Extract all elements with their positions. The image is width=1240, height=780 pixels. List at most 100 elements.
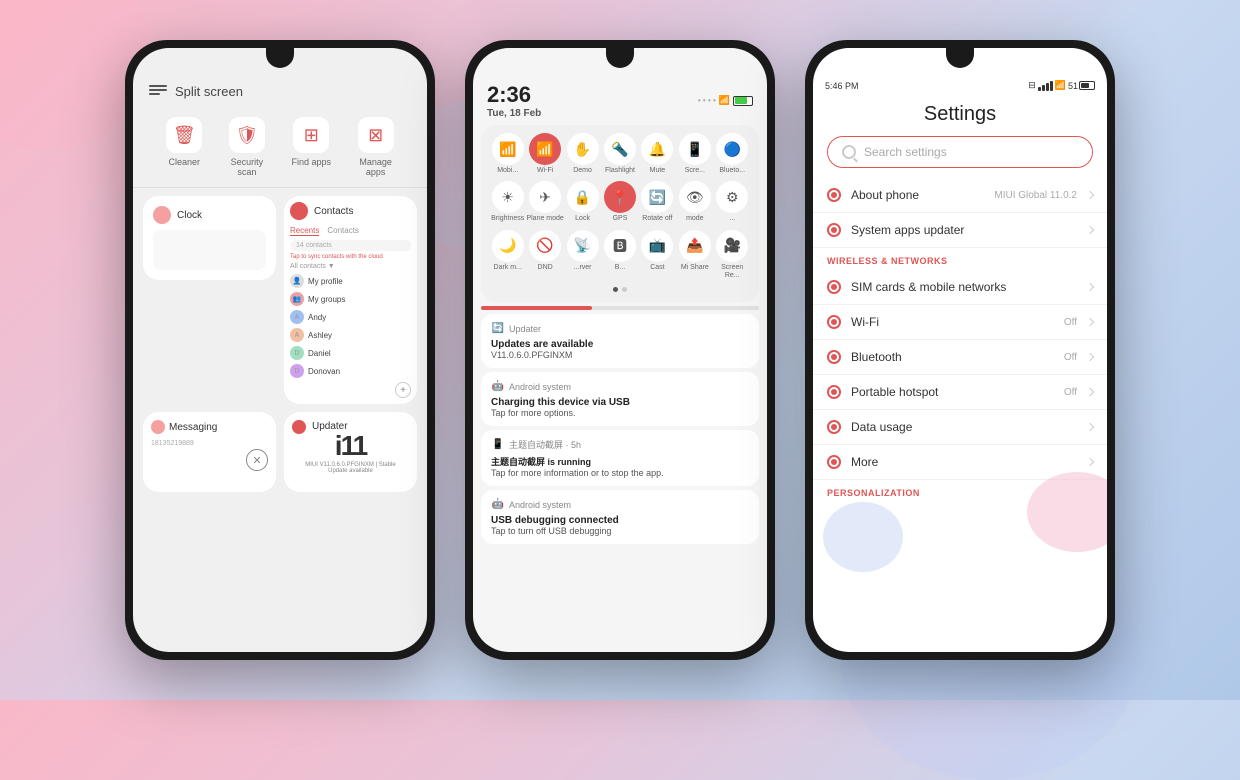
theme-notification[interactable]: 📱 主题自动截屏 · 5h 主题自动截屏 is running Tap for … bbox=[481, 430, 759, 486]
andy-name: Andy bbox=[308, 313, 326, 322]
qs-cast[interactable]: 📺 Cast bbox=[639, 230, 676, 281]
contact-andy[interactable]: A Andy bbox=[290, 308, 411, 326]
i11-logo: i11 bbox=[335, 430, 366, 462]
contacts-card[interactable]: Contacts Recents Contacts 14 contacts Ta… bbox=[284, 196, 417, 404]
usb-debug-notification[interactable]: 🤖 Android system USB debugging connected… bbox=[481, 490, 759, 544]
manage-apps-action[interactable]: ⊠ Manageapps bbox=[358, 117, 394, 177]
p2-status-bar: 2:36 Tue, 18 Feb • • • • 📶 bbox=[473, 76, 767, 121]
wifi-status-icon: 📶 bbox=[1055, 80, 1066, 91]
system-updater-chevron bbox=[1086, 226, 1094, 234]
security-scan-icon: 🛡 bbox=[229, 117, 265, 153]
qs-lock[interactable]: 🔒 Lock bbox=[564, 181, 601, 223]
p2-time: 2:36 bbox=[487, 82, 541, 108]
data-usage-radio bbox=[827, 420, 841, 434]
contact-ashley[interactable]: A Ashley bbox=[290, 326, 411, 344]
about-phone-chevron bbox=[1086, 191, 1094, 199]
clock-card[interactable]: Clock bbox=[143, 196, 276, 280]
usb-charging-header: 🤖 Android system bbox=[491, 380, 749, 394]
system-updater-label: System apps updater bbox=[851, 223, 1077, 237]
qs-dnd[interactable]: 🚫 DND bbox=[526, 230, 563, 281]
data-usage-chevron bbox=[1086, 423, 1094, 431]
about-phone-value: MIUI Global 11.0.2 bbox=[994, 190, 1077, 201]
hotspot-value: Off bbox=[1064, 387, 1077, 398]
all-contacts-label: All contacts ▼ bbox=[290, 263, 411, 270]
qs-mode[interactable]: 👁 mode bbox=[676, 181, 713, 223]
qs-dark-label: Dark m... bbox=[494, 264, 522, 272]
search-icon bbox=[842, 145, 856, 159]
recents-tab[interactable]: Recents bbox=[290, 226, 319, 236]
qs-flashlight[interactable]: 🔦 Flashlight bbox=[601, 133, 638, 175]
qs-server[interactable]: 📡 ...rver bbox=[564, 230, 601, 281]
updater-card[interactable]: Updater i11 MIUI V11.0.6.0.PFGINXM | Sta… bbox=[284, 412, 417, 492]
contact-daniel[interactable]: D Daniel bbox=[290, 344, 411, 362]
qs-mute-icon: 🔔 bbox=[641, 133, 673, 165]
p3-decoration-2 bbox=[823, 502, 903, 572]
sim-cards-item[interactable]: SIM cards & mobile networks bbox=[813, 270, 1107, 305]
qs-dark-icon: 🌙 bbox=[492, 230, 524, 262]
messaging-card[interactable]: Messaging 18135219889 ✕ bbox=[143, 412, 276, 492]
about-phone-item[interactable]: About phone MIUI Global 11.0.2 bbox=[813, 178, 1107, 213]
contact-my-groups[interactable]: 👥 My groups bbox=[290, 290, 411, 308]
phone-1-screen: Split screen 🗑 Cleaner 🛡 Securityscan ⊞ … bbox=[133, 48, 427, 652]
qs-dark[interactable]: 🌙 Dark m... bbox=[489, 230, 526, 281]
qs-demo[interactable]: ✋ Demo bbox=[564, 133, 601, 175]
p2-time-date: 2:36 Tue, 18 Feb bbox=[487, 82, 541, 119]
qs-bluetooth-icon: 🔵 bbox=[716, 133, 748, 165]
settings-search-bar[interactable]: Search settings bbox=[827, 136, 1093, 168]
qs-more[interactable]: ⚙ ... bbox=[714, 181, 751, 223]
bluetooth-label: Bluetooth bbox=[851, 350, 1054, 364]
messaging-expand-icon[interactable]: ✕ bbox=[246, 449, 268, 471]
qs-cast-icon: 📺 bbox=[641, 230, 673, 262]
settings-title: Settings bbox=[813, 95, 1107, 136]
contacts-tab[interactable]: Contacts bbox=[327, 226, 359, 236]
qs-brightness[interactable]: ☀ Brightness bbox=[489, 181, 526, 223]
cleaner-label: Cleaner bbox=[169, 157, 201, 167]
qs-mobile-icon: 📶 bbox=[492, 133, 524, 165]
qs-flashlight-label: Flashlight bbox=[605, 167, 635, 175]
phone-1: Split screen 🗑 Cleaner 🛡 Securityscan ⊞ … bbox=[125, 40, 435, 660]
qs-screen-rec[interactable]: 🎥 Screen Re... bbox=[714, 230, 751, 281]
android-system-label-1: Android system bbox=[509, 382, 571, 392]
qs-b[interactable]: 🅱 B... bbox=[601, 230, 638, 281]
qs-gps[interactable]: 📍 GPS bbox=[601, 181, 638, 223]
qs-mute[interactable]: 🔔 Mute bbox=[639, 133, 676, 175]
data-usage-item[interactable]: Data usage bbox=[813, 410, 1107, 445]
contacts-header: Contacts bbox=[290, 202, 411, 220]
qs-screen[interactable]: 📱 Scre... bbox=[676, 133, 713, 175]
wireless-section-header: WIRELESS & NETWORKS bbox=[813, 248, 1107, 270]
contact-donovan[interactable]: D Donovan bbox=[290, 362, 411, 380]
qs-b-icon: 🅱 bbox=[604, 230, 636, 262]
system-apps-updater-item[interactable]: System apps updater bbox=[813, 213, 1107, 248]
contacts-label: Contacts bbox=[314, 206, 353, 217]
contacts-add-icon[interactable]: + bbox=[395, 382, 411, 398]
qs-mi-share[interactable]: 📤 Mi Share bbox=[676, 230, 713, 281]
phone-3-screen: 5:46 PM ⊟ 📶 51 bbox=[813, 48, 1107, 652]
updater-notif-header: 🔄 Updater bbox=[491, 322, 749, 336]
contact-my-profile[interactable]: 👤 My profile bbox=[290, 272, 411, 290]
qs-wifi[interactable]: 📶 Wi-Fi bbox=[526, 133, 563, 175]
bluetooth-item[interactable]: Bluetooth Off bbox=[813, 340, 1107, 375]
wifi-item[interactable]: Wi-Fi Off bbox=[813, 305, 1107, 340]
search-placeholder: Search settings bbox=[864, 145, 947, 159]
my-groups-avatar: 👥 bbox=[290, 292, 304, 306]
find-apps-action[interactable]: ⊞ Find apps bbox=[292, 117, 332, 177]
donovan-name: Donovan bbox=[308, 367, 340, 376]
signal-bars bbox=[1038, 81, 1053, 91]
qs-row-3: 🌙 Dark m... 🚫 DND 📡 ...rver 🅱 B... bbox=[489, 230, 751, 281]
qs-rotate[interactable]: 🔄 Rotate off bbox=[639, 181, 676, 223]
security-scan-action[interactable]: 🛡 Securityscan bbox=[229, 117, 265, 177]
theme-app-label: 主题自动截屏 · 5h bbox=[509, 438, 581, 451]
cleaner-action[interactable]: 🗑 Cleaner bbox=[166, 117, 202, 177]
qs-bluetooth[interactable]: 🔵 Blueto... bbox=[714, 133, 751, 175]
hotspot-item[interactable]: Portable hotspot Off bbox=[813, 375, 1107, 410]
wifi-value: Off bbox=[1064, 317, 1077, 328]
usb-charging-notification[interactable]: 🤖 Android system Charging this device vi… bbox=[481, 372, 759, 426]
qs-airplane[interactable]: ✈ Plane mode bbox=[526, 181, 563, 223]
qs-lock-icon: 🔒 bbox=[567, 181, 599, 213]
quick-settings-panel: 📶 Mobi... 📶 Wi-Fi ✋ Demo 🔦 Flashlight bbox=[481, 125, 759, 302]
qs-dot-1 bbox=[613, 287, 618, 292]
qs-lock-label: Lock bbox=[575, 215, 590, 223]
ashley-avatar: A bbox=[290, 328, 304, 342]
updater-notification[interactable]: 🔄 Updater Updates are available V11.0.6.… bbox=[481, 314, 759, 368]
qs-mobile[interactable]: 📶 Mobi... bbox=[489, 133, 526, 175]
